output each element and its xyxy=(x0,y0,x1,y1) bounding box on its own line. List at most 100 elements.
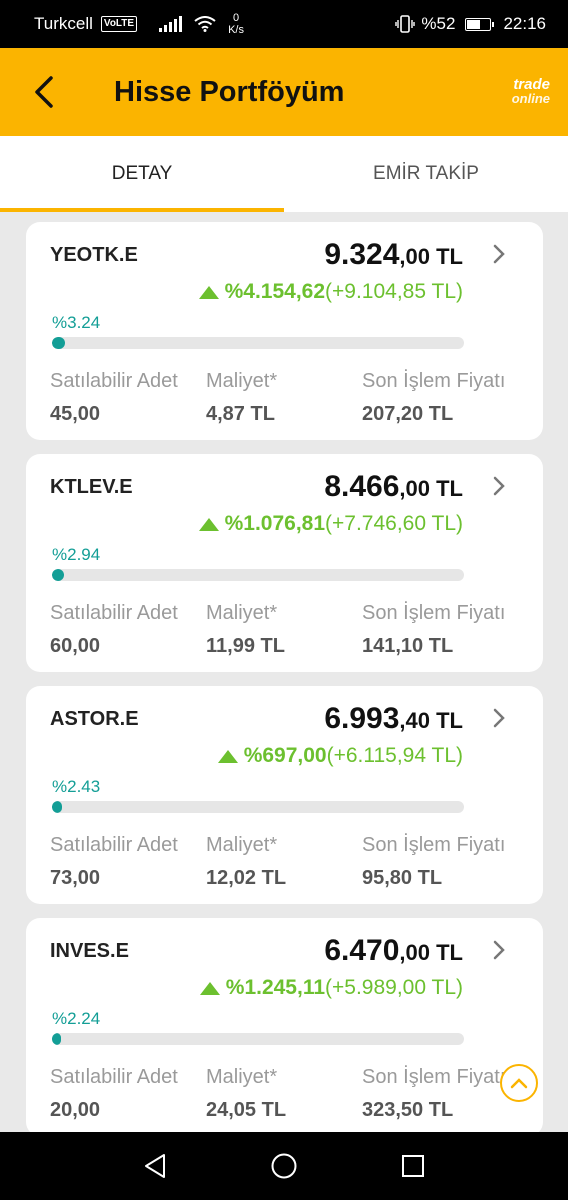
portfolio-share: %2.94 xyxy=(52,545,101,564)
last-price-column: Son İşlem Fiyatı 95,80 TL xyxy=(362,834,505,890)
share-bar-fill xyxy=(52,1033,62,1045)
change-percent: %4.154,62 xyxy=(224,280,326,303)
carrier-name: Turkcell xyxy=(34,14,93,33)
signal-icon xyxy=(159,16,183,32)
volte-badge: VoLTE xyxy=(100,16,138,32)
stock-value: 9.324,00 TL xyxy=(324,238,463,272)
stock-card[interactable]: YEOTK.E 9.324,00 TL %4.154,62 (+9.104,85 … xyxy=(26,222,543,440)
qty-label: Satılabilir Adet xyxy=(50,834,178,856)
system-nav-bar xyxy=(0,1132,568,1200)
page-title: Hisse Portföyüm xyxy=(114,75,345,108)
portfolio-share: %3.24 xyxy=(52,313,101,332)
triangle-up-icon xyxy=(217,749,238,763)
cost-label: Maliyet* xyxy=(206,602,278,624)
stock-symbol: YEOTK.E xyxy=(50,244,138,266)
nav-back-icon xyxy=(144,1154,165,1178)
last-price-label: Son İşlem Fiyatı xyxy=(362,834,506,856)
cost-label: Maliyet* xyxy=(206,1066,278,1088)
stock-change: %697,00 (+6.115,94 TL) xyxy=(217,744,463,768)
change-amount: (+7.746,60 TL) xyxy=(325,512,463,535)
chevron-right-icon[interactable] xyxy=(489,938,509,962)
cost-value: 24,05 TL xyxy=(206,1099,287,1121)
stock-value-decimal: ,00 TL xyxy=(399,244,463,269)
last-price-column: Son İşlem Fiyatı 207,20 TL xyxy=(362,370,505,426)
change-amount: (+9.104,85 TL) xyxy=(325,280,463,303)
tab-detay[interactable]: DETAY xyxy=(0,136,284,212)
last-price-value: 323,50 TL xyxy=(362,1099,454,1121)
share-bar xyxy=(52,337,464,349)
nav-home-button[interactable] xyxy=(264,1146,304,1186)
qty-label: Satılabilir Adet xyxy=(50,370,178,392)
stock-change: %1.076,81 (+7.746,60 TL) xyxy=(198,512,463,536)
change-percent: %1.076,81 xyxy=(224,512,326,535)
stock-card[interactable]: INVES.E 6.470,00 TL %1.245,11 (+5.989,00 … xyxy=(26,918,543,1132)
stock-card[interactable]: ASTOR.E 6.993,40 TL %697,00 (+6.115,94 TL… xyxy=(26,686,543,904)
tab-bar: DETAY EMİR TAKİP xyxy=(0,136,568,212)
qty-value: 20,00 xyxy=(50,1099,101,1121)
stock-change: %4.154,62 (+9.104,85 TL) xyxy=(198,280,463,304)
battery-level xyxy=(467,19,480,29)
stock-value: 6.993,40 TL xyxy=(324,702,463,736)
chevron-right-icon[interactable] xyxy=(489,242,509,266)
stock-value: 8.466,00 TL xyxy=(324,470,463,504)
qty-column: Satılabilir Adet 73,00 xyxy=(50,834,178,890)
share-bar xyxy=(52,801,464,813)
triangle-up-icon xyxy=(198,517,219,531)
share-bar-fill xyxy=(52,569,65,581)
cost-value: 11,99 TL xyxy=(206,635,285,657)
portfolio-share: %2.24 xyxy=(52,1009,101,1028)
vibrate-icon xyxy=(395,15,416,33)
portfolio-share: %2.43 xyxy=(52,777,101,796)
stock-value-main: 6.470 xyxy=(324,934,400,967)
cost-label: Maliyet* xyxy=(206,834,278,856)
change-percent: %697,00 xyxy=(243,744,327,767)
share-bar-fill xyxy=(52,801,62,813)
triangle-up-icon xyxy=(198,285,219,299)
cost-value: 12,02 TL xyxy=(206,867,287,889)
brand-logo: trade online xyxy=(511,76,550,106)
share-bar-fill xyxy=(52,337,66,349)
battery-icon xyxy=(465,17,495,31)
last-price-value: 95,80 TL xyxy=(362,867,443,889)
stock-value-decimal: ,00 TL xyxy=(399,940,463,965)
scroll-top-button[interactable] xyxy=(500,1064,538,1102)
brand-line-1: trade xyxy=(513,76,550,93)
nav-recents-button[interactable] xyxy=(393,1146,433,1186)
stock-symbol: KTLEV.E xyxy=(50,476,133,498)
qty-column: Satılabilir Adet 20,00 xyxy=(50,1066,178,1122)
stock-value-main: 8.466 xyxy=(324,470,400,503)
chevron-right-icon[interactable] xyxy=(489,474,509,498)
app-header: Hisse Portföyüm trade online xyxy=(0,48,568,136)
qty-value: 45,00 xyxy=(50,403,101,425)
triangle-up-icon xyxy=(199,981,220,995)
last-price-value: 141,10 TL xyxy=(362,635,454,657)
cost-column: Maliyet* 12,02 TL xyxy=(206,834,286,890)
last-price-label: Son İşlem Fiyatı xyxy=(362,370,506,392)
qty-label: Satılabilir Adet xyxy=(50,1066,178,1088)
qty-value: 73,00 xyxy=(50,867,101,889)
net-speed-value: 0 xyxy=(232,12,240,24)
last-price-column: Son İşlem Fiyatı 141,10 TL xyxy=(362,602,505,658)
stock-card[interactable]: KTLEV.E 8.466,00 TL %1.076,81 (+7.746,60 … xyxy=(26,454,543,672)
stock-value-decimal: ,00 TL xyxy=(399,476,463,501)
change-percent: %1.245,11 xyxy=(225,976,326,999)
back-button[interactable] xyxy=(8,48,78,136)
qty-label: Satılabilir Adet xyxy=(50,602,178,624)
stock-change: %1.245,11 (+5.989,00 TL) xyxy=(199,976,463,1000)
chevron-up-icon xyxy=(510,1078,528,1089)
brand-line-2: online xyxy=(511,91,550,106)
clock: 22:16 xyxy=(503,14,546,33)
portfolio-list[interactable]: YEOTK.E 9.324,00 TL %4.154,62 (+9.104,85 … xyxy=(0,212,568,1132)
last-price-column: Son İşlem Fiyatı 323,50 TL xyxy=(362,1066,505,1122)
cost-column: Maliyet* 4,87 TL xyxy=(206,370,277,426)
arrow-left-icon xyxy=(35,76,53,108)
stock-value-main: 6.993 xyxy=(324,702,400,735)
nav-back-button[interactable] xyxy=(135,1146,175,1186)
change-amount: (+5.989,00 TL) xyxy=(325,976,463,999)
stock-value: 6.470,00 TL xyxy=(324,934,463,968)
cost-column: Maliyet* 24,05 TL xyxy=(206,1066,286,1122)
share-bar xyxy=(52,1033,464,1045)
chevron-right-icon[interactable] xyxy=(489,706,509,730)
tab-emir-takip[interactable]: EMİR TAKİP xyxy=(284,136,568,212)
nav-home-icon xyxy=(271,1153,297,1179)
